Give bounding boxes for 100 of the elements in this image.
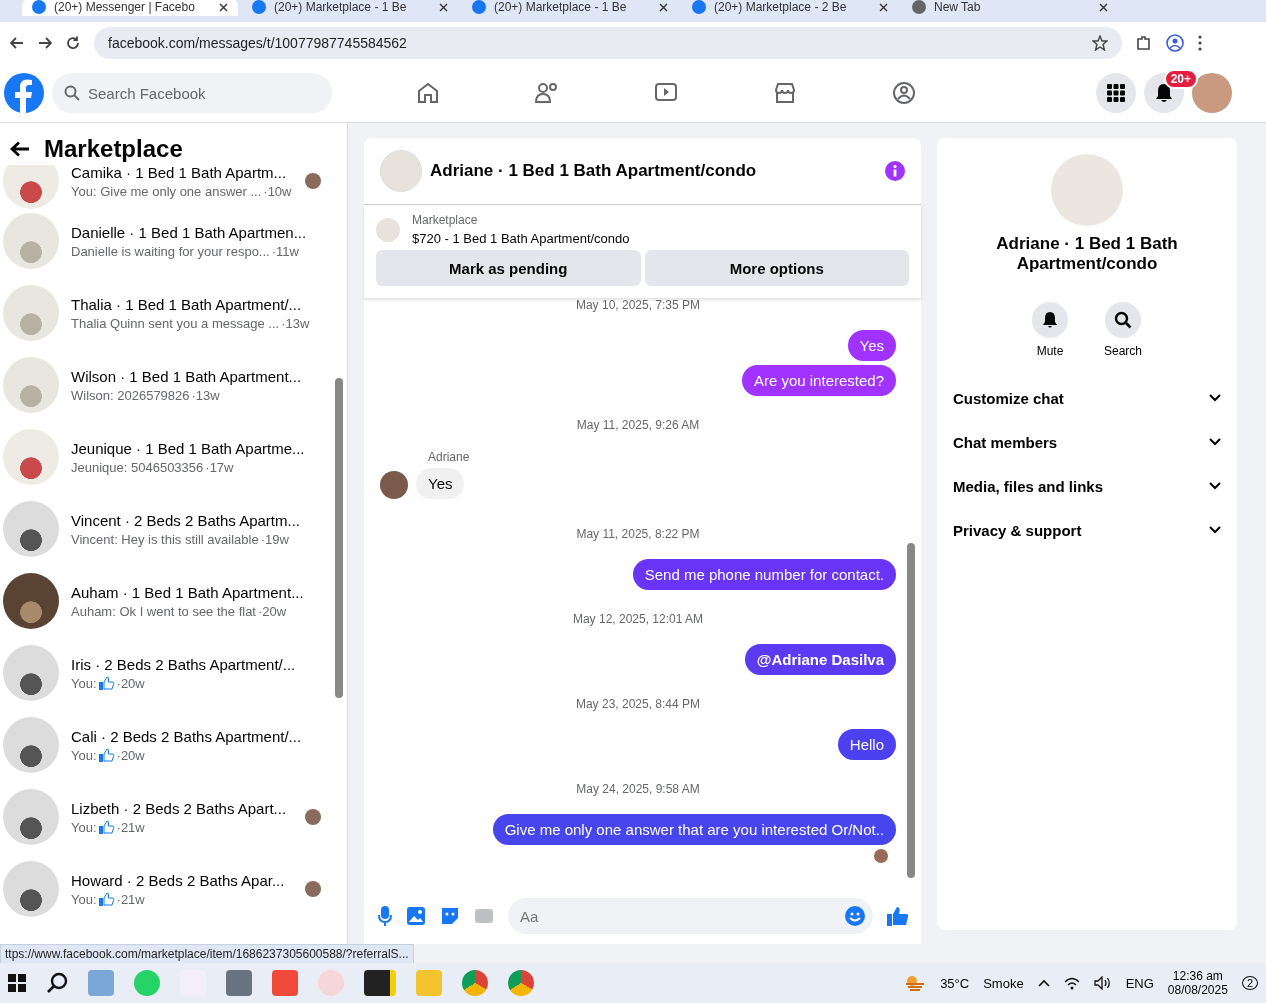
profile-avatar[interactable] [1192,73,1232,113]
conversation-item[interactable]: Jeunique · 1 Bed 1 Bath Apartme... Jeunique: 5046503356·17w [0,421,333,493]
message-time: ·21w [116,891,145,907]
caret-icon[interactable] [1037,979,1050,987]
sender-name: Adriane [428,450,471,464]
conversation-item[interactable]: Lizbeth · 2 Beds 2 Baths Apart... You: ·21w [0,781,333,853]
sent-message: Give me only one answer that are you interested Or/Not.. [492,814,896,845]
thumbs-up-icon[interactable] [887,906,909,926]
sticker-icon[interactable] [440,906,460,926]
message-input[interactable]: Aa [508,898,873,934]
sender-avatar [380,471,408,499]
thumbs-up-icon [98,820,115,834]
info-icon[interactable] [885,161,905,181]
listing-label: Marketplace [412,213,479,227]
reload-icon[interactable] [66,36,80,50]
message-time: ·13w [191,387,220,403]
language-indicator[interactable]: ENG [1125,975,1154,991]
action-button[interactable]: Mark as pending [376,250,641,286]
message-time: ·20w [116,747,145,763]
conversation-title: Camika · 1 Bed 1 Bath Apartm... [71,165,288,181]
conversation-item[interactable]: Howard · 2 Beds 2 Baths Apar... You: ·21w [0,853,333,925]
facebook-logo[interactable] [4,73,44,113]
home-icon[interactable] [415,81,440,105]
close-icon[interactable] [659,2,668,12]
profile-icon[interactable] [1166,34,1184,52]
listing-photo [3,501,59,557]
message-preview: Danielle is waiting for your respo... [71,243,270,259]
search-icon[interactable] [46,972,68,994]
address-bar[interactable]: facebook.com/messages/t/10077987745584562 [94,27,1122,59]
scrollbar-thumb[interactable] [335,378,343,698]
conversation-title: Auham · 1 Bed 1 Bath Apartment... [71,583,305,601]
listing-photo [376,217,400,242]
store-icon[interactable] [772,81,797,105]
message-time: ·11w [271,243,299,259]
image-icon[interactable] [406,906,426,926]
search-icon [64,85,80,101]
close-icon[interactable] [439,2,448,12]
conversation-item[interactable]: Danielle · 1 Bed 1 Bath Apartmen... Danielle is waiting for your respo...·11w [0,205,333,277]
back-icon[interactable] [10,141,30,157]
sent-message: Yes [847,330,896,361]
menu-icon[interactable] [1198,35,1202,51]
conversation-title: Howard · 2 Beds 2 Baths Apar... [71,871,286,889]
details-section[interactable]: Media, files and links [953,464,1221,508]
groups-icon[interactable] [891,81,916,105]
conversation-title: Iris · 2 Beds 2 Baths Apartment/... [71,655,297,673]
conversation-title: Jeunique · 1 Bed 1 Bath Apartme... [71,439,306,457]
chat-avatar [380,150,422,192]
browser-tab[interactable]: (20+) Messenger | Facebo [22,0,238,16]
message-time: ·19w [260,531,289,547]
emoji-icon[interactable] [845,906,865,926]
browser-icon[interactable] [462,970,488,996]
details-section[interactable]: Customize chat [953,376,1221,420]
conversation-item[interactable]: Iris · 2 Beds 2 Baths Apartment/... You: ·20w [0,637,333,709]
scrollbar-thumb[interactable] [907,543,915,878]
message-timestamp: May 12, 2025, 12:01 AM [571,612,705,626]
message-time: ·20w [258,603,287,619]
details-section[interactable]: Chat members [953,420,1221,464]
listing-photo [3,429,59,485]
sent-message: Hello [837,729,896,760]
wifi-icon[interactable] [1063,976,1080,990]
conversation-item[interactable]: Wilson · 1 Bed 1 Bath Apartment... Wilson: 2026579826·13w [0,349,333,421]
close-icon[interactable] [879,2,888,12]
microphone-icon[interactable] [378,906,392,926]
browser-tab[interactable]: (20+) Marketplace - 1 Be [242,0,458,16]
message-time: ·20w [116,675,145,691]
thumbs-up-icon [98,748,115,762]
back-icon[interactable] [10,37,24,49]
menu-grid-icon[interactable] [1096,73,1136,113]
conversation-item[interactable]: Auham · 1 Bed 1 Bath Apartment... Auham: Ok I went to see the flat·20w [0,565,333,637]
star-icon[interactable] [1092,35,1108,51]
speaker-icon[interactable] [1093,976,1112,990]
windows-logo-icon[interactable] [8,974,26,992]
search-icon [1114,311,1132,329]
action-button[interactable]: More options [644,250,909,286]
browser-icon[interactable] [508,970,534,996]
conversation-item[interactable]: Vincent · 2 Beds 2 Baths Apartm... Vincent: Hey is this still available·19w [0,493,333,565]
extensions-icon[interactable] [1136,35,1152,51]
browser-tab[interactable]: (20+) Marketplace - 1 Be [462,0,678,16]
listing-photo [3,165,59,209]
conversation-title: Thalia · 1 Bed 1 Bath Apartment/... [71,295,303,313]
conversation-item[interactable]: Cali · 2 Beds 2 Baths Apartment/... You: ·20w [0,709,333,781]
conversation-title: Cali · 2 Beds 2 Baths Apartment/... [71,727,303,745]
close-icon[interactable] [1099,2,1108,12]
close-icon[interactable] [219,2,228,12]
app-icon[interactable] [364,970,396,996]
conversation-item[interactable]: Thalia · 1 Bed 1 Bath Apartment/... Thalia Quinn sent you a message ...·13w [0,277,333,349]
listing-photo [3,645,59,701]
sent-message: @Adriane Dasilva [744,644,896,675]
message-preview: You: Give me only one answer ... [71,183,262,199]
message-timestamp: May 11, 2025, 8:22 PM [575,527,701,541]
forward-icon[interactable] [38,37,52,49]
friends-icon[interactable] [533,81,560,105]
listing-photo [3,357,59,413]
browser-tab[interactable]: (20+) Marketplace - 2 Be [682,0,898,16]
browser-tab[interactable]: New Tab [902,0,1118,16]
conversation-item[interactable]: Camika · 1 Bed 1 Bath Apartm... You: Give me only one answer ...·10w [0,165,333,205]
details-section[interactable]: Privacy & support [953,508,1221,552]
message-preview: Thalia Quinn sent you a message ... [71,315,280,331]
temperature: 35°C [940,975,970,991]
search-field[interactable]: Search Facebook [52,73,332,113]
